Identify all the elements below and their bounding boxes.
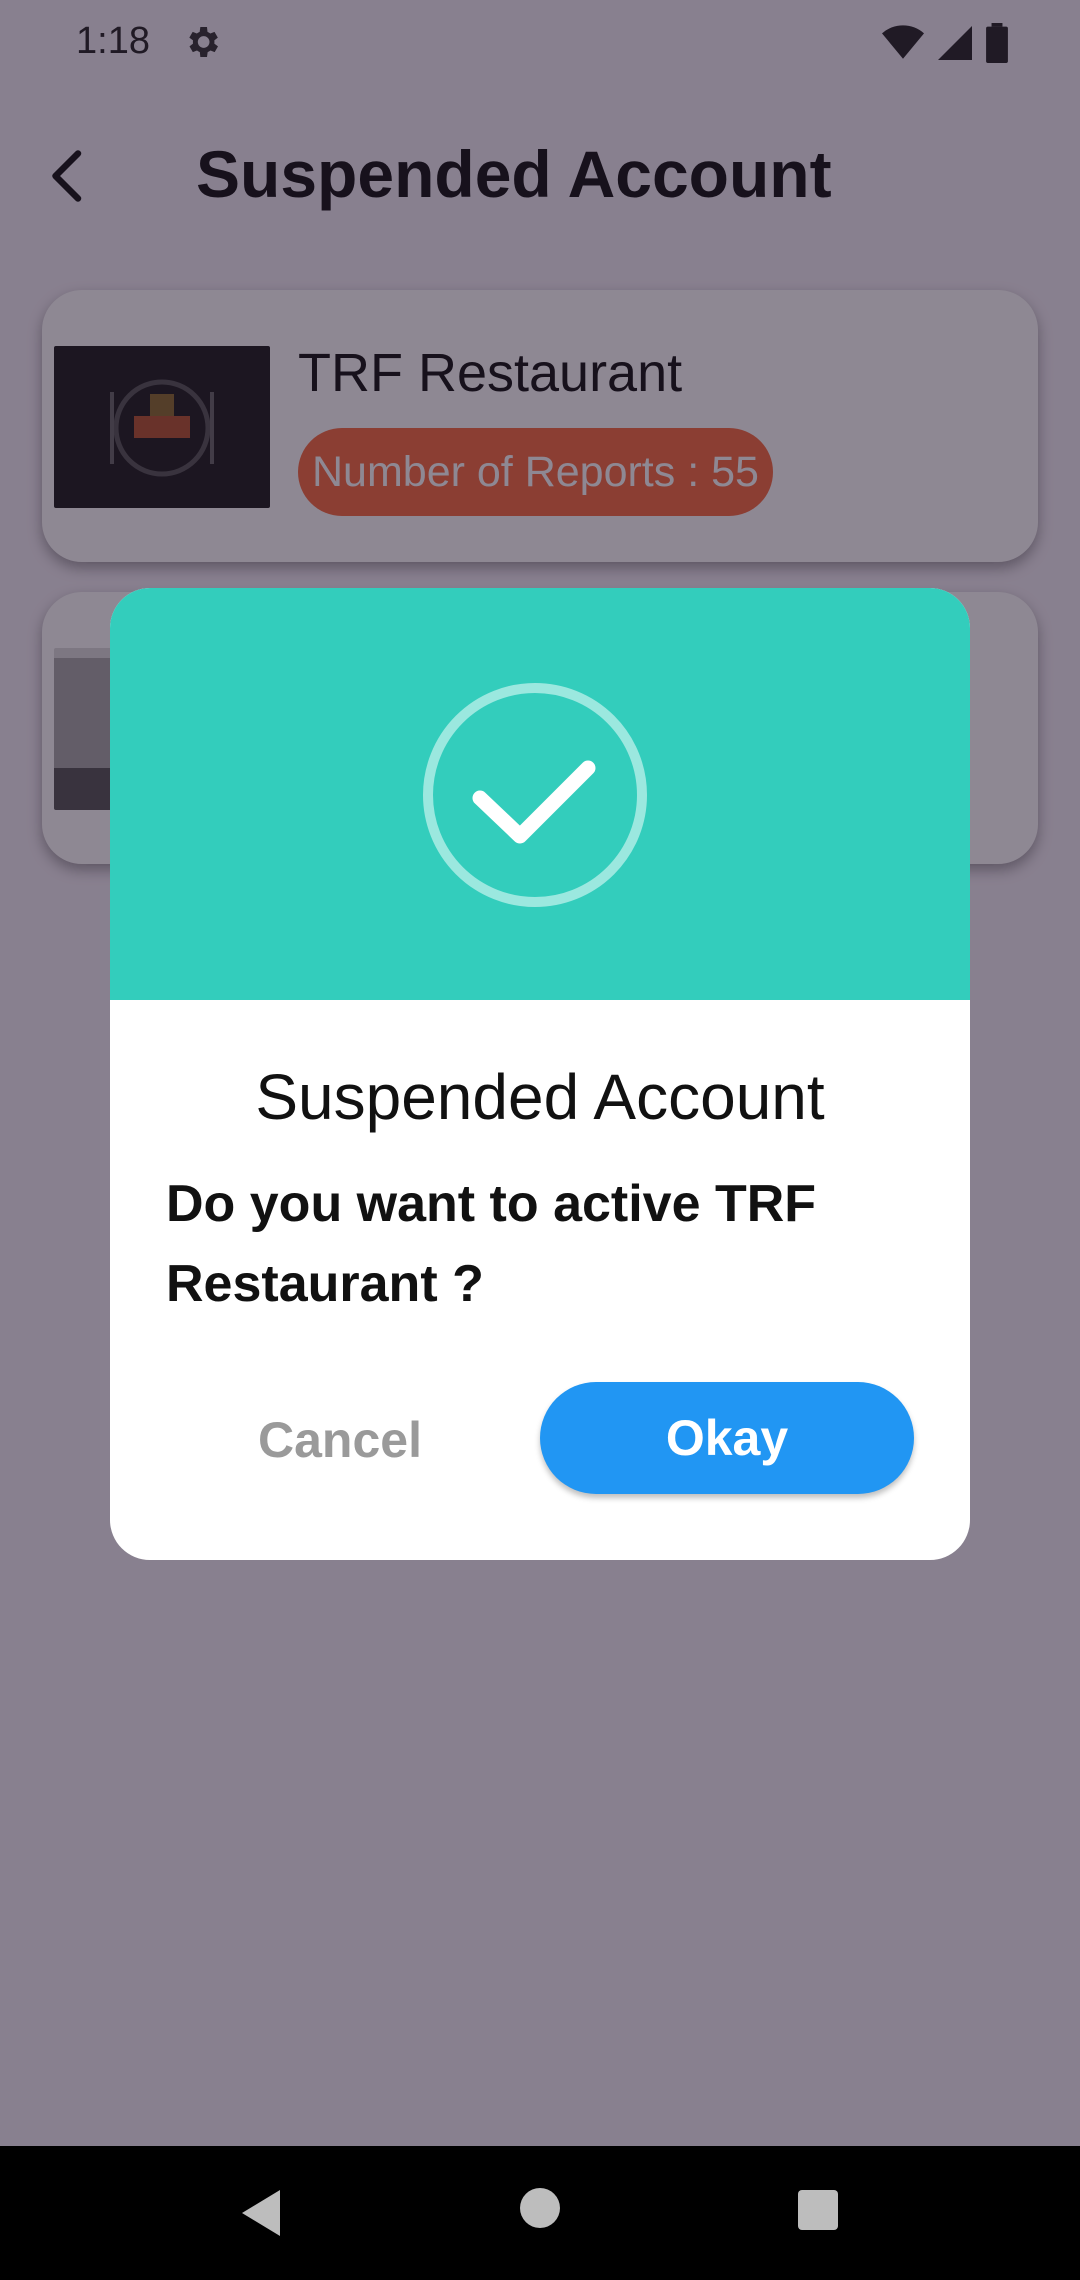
okay-button[interactable]: Okay: [540, 1382, 914, 1494]
nav-home-icon[interactable]: [520, 2188, 560, 2228]
check-circle-icon: [423, 683, 647, 907]
nav-back-icon[interactable]: [236, 2186, 286, 2240]
dialog-message: Do you want to active TRF Restaurant ?: [166, 1175, 817, 1313]
cancel-button[interactable]: Cancel: [240, 1384, 440, 1496]
dialog-header: [110, 588, 970, 1000]
confirm-dialog: Suspended Account Do you want to active …: [110, 588, 970, 1560]
system-nav-bar: [0, 2146, 1080, 2280]
nav-recents-icon[interactable]: [798, 2190, 838, 2230]
dialog-title: Suspended Account: [255, 1061, 825, 1133]
